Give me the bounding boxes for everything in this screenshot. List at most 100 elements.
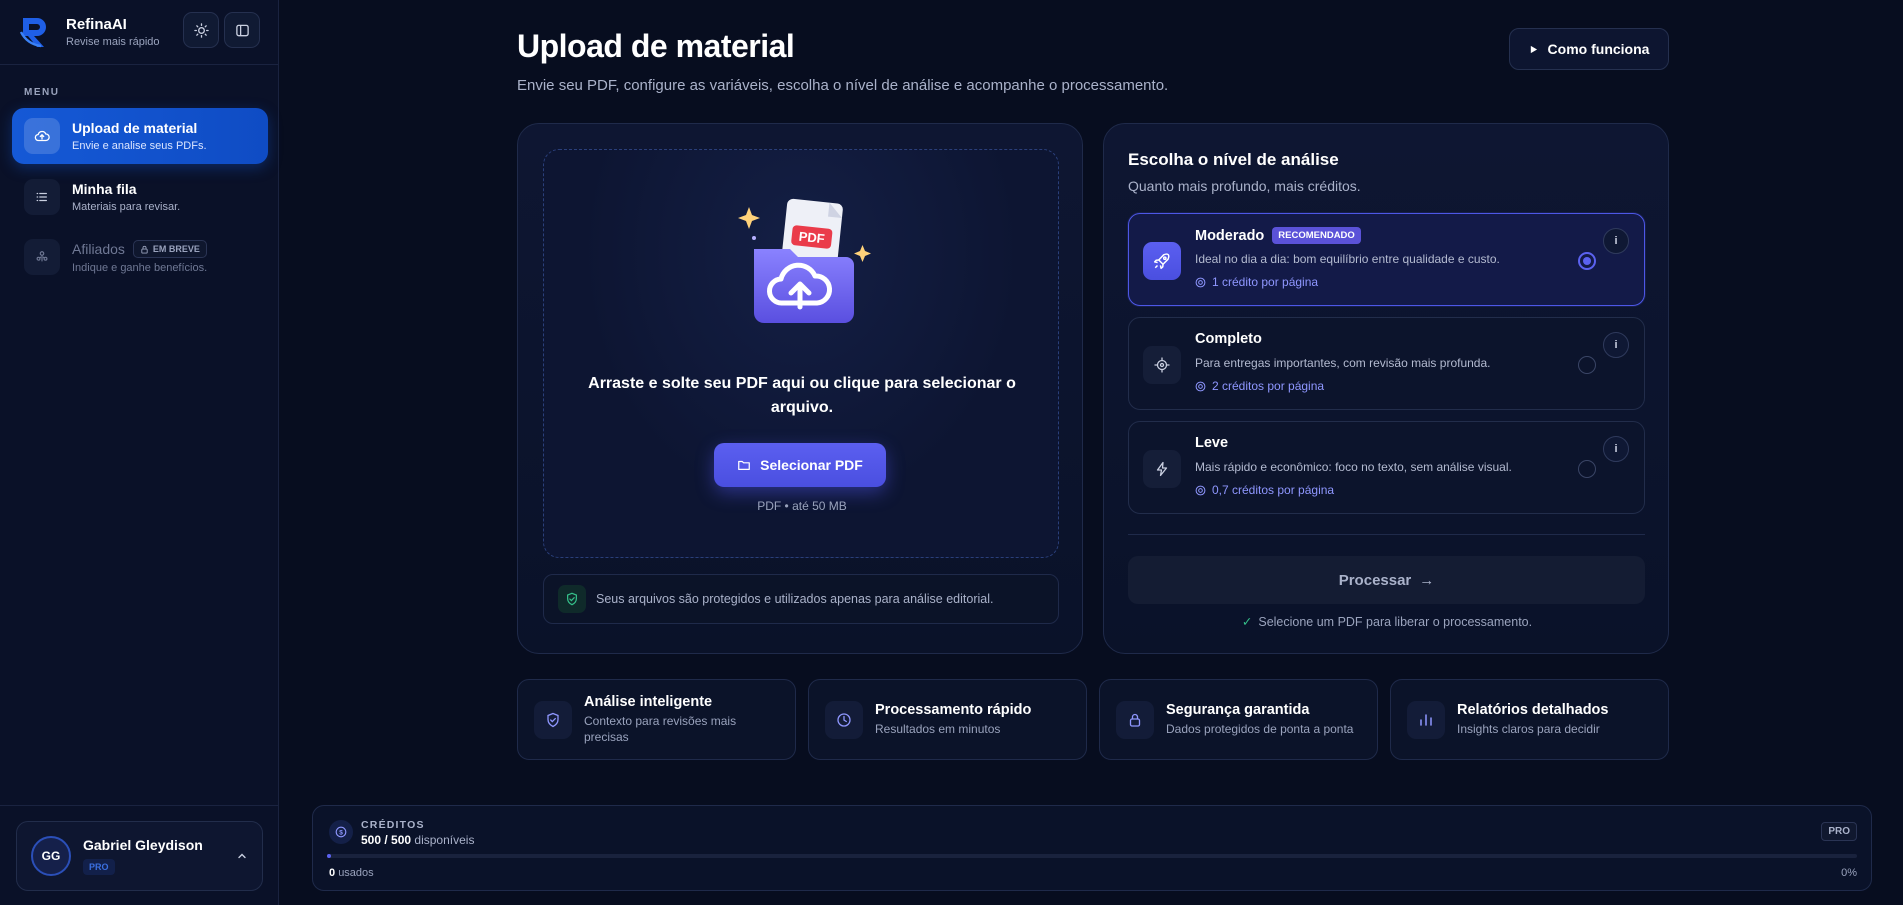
privacy-notice: Seus arquivos são protegidos e utilizado… (543, 574, 1059, 624)
how-it-works-button[interactable]: Como funciona (1509, 28, 1669, 70)
coming-soon-badge: EM BREVE (132, 240, 207, 258)
file-size-hint: PDF • até 50 MB (757, 499, 847, 513)
sidebar-item-sub: Materiais para revisar. (72, 201, 181, 213)
option-credits: 2 créditos por página (1195, 379, 1324, 393)
check-icon: ✓ (1241, 615, 1253, 629)
lock-icon (141, 245, 148, 254)
option-title: Completo (1195, 331, 1262, 347)
option-description: Para entregas importantes, com revisão m… (1195, 356, 1491, 370)
option-credits-label: 2 créditos por página (1212, 379, 1325, 393)
credits-progress-bar (327, 854, 1857, 858)
coin-icon: $ (329, 820, 353, 844)
process-button[interactable]: Processar → (1128, 556, 1645, 604)
page-title: Upload de material (517, 28, 795, 64)
coin-icon (1195, 381, 1206, 391)
chevron-up-icon (238, 853, 246, 859)
page-subtitle: Envie seu PDF, configure as variáveis, e… (517, 77, 1169, 94)
recommended-badge: RECOMENDADO (1272, 227, 1361, 244)
credits-label: CRÉDITOS (361, 819, 425, 831)
option-completo[interactable]: Completo Para entregas importantes, com … (1128, 317, 1645, 410)
info-button[interactable]: i (1603, 332, 1629, 358)
feature-card-security: Segurança garantida Dados protegidos de … (1099, 679, 1378, 760)
info-button[interactable]: i (1603, 228, 1629, 254)
dropzone-instructions: Arraste e solte seu PDF aqui ou clique p… (588, 375, 1016, 416)
option-radio[interactable] (1578, 252, 1596, 270)
arrow-right-icon: → (1419, 571, 1435, 589)
plan-badge: PRO (83, 859, 115, 875)
feature-card-speed: Processamento rápido Resultados em minut… (808, 679, 1087, 760)
credits-used: 0 usados (329, 867, 374, 879)
select-pdf-label: Selecionar PDF (760, 457, 863, 473)
credits-used-value: 0 (329, 867, 336, 879)
user-menu[interactable]: GG Gabriel Gleydison PRO (16, 821, 263, 891)
target-icon (1143, 346, 1181, 384)
credits-percent: 0% (1841, 867, 1857, 879)
svg-text:$: $ (339, 829, 343, 836)
option-description: Ideal no dia a dia: bom equilíbrio entre… (1195, 252, 1500, 266)
sidebar-item-affiliates: Afiliados EM BREVE Indique e ganhe benef… (12, 229, 268, 285)
credits-available: 500 (361, 833, 382, 847)
credits-progress-fill (327, 854, 331, 858)
sidebar-item-queue[interactable]: Minha fila Materiais para revisar. (12, 169, 268, 225)
sidebar-item-label: Minha fila (72, 181, 137, 197)
pdf-label: PDF (798, 229, 825, 247)
pdf-folder-illustration: PDF (738, 198, 871, 323)
credits-total: 500 (391, 833, 412, 847)
select-pdf-button[interactable]: Selecionar PDF (714, 443, 886, 487)
option-credits: 1 crédito por página (1195, 275, 1318, 289)
upload-panel: PDF Arraste e solte seu PDF aqui ou cliq… (517, 123, 1083, 654)
sidebar-item-label: Upload de material (72, 120, 198, 136)
option-credits-label: 0,7 créditos por página (1212, 483, 1335, 497)
sidebar-item-upload[interactable]: Upload de material Envie e analise seus … (12, 108, 268, 164)
feature-description: Resultados em minutos (875, 722, 1001, 736)
feature-description: Contexto para revisões mais precisas (584, 714, 737, 744)
option-title: Moderado (1195, 227, 1265, 244)
lock-icon (1116, 700, 1154, 739)
analysis-title: Escolha o nível de análise (1128, 150, 1339, 169)
process-label: Processar (1338, 571, 1412, 589)
analysis-subtitle: Quanto mais profundo, mais créditos. (1128, 178, 1361, 194)
option-radio[interactable] (1578, 460, 1596, 478)
sun-icon (193, 22, 209, 38)
shield-check-icon (558, 585, 586, 613)
sidebar-item-label: Afiliados (72, 241, 125, 257)
brand[interactable]: RefinaAI Revise mais rápido (18, 10, 160, 54)
brand-tagline: Revise mais rápido (66, 36, 160, 48)
process-hint: ✓ Selecione um PDF para liberar o process… (1104, 614, 1670, 629)
feature-title: Relatórios detalhados (1457, 702, 1609, 718)
analysis-level-panel: Escolha o nível de análise Quanto mais p… (1103, 123, 1669, 654)
pdf-dropzone[interactable]: PDF Arraste e solte seu PDF aqui ou cliq… (543, 149, 1059, 558)
lightning-icon (1143, 450, 1181, 488)
cloud-upload-icon (24, 118, 60, 154)
rocket-icon (1143, 242, 1181, 280)
logo-icon (19, 18, 46, 48)
feature-card-reports: Relatórios detalhados Insights claros pa… (1390, 679, 1669, 760)
shield-check-icon (534, 700, 572, 739)
option-credits: 0,7 créditos por página (1195, 483, 1334, 497)
menu-label: MENU (24, 87, 60, 98)
process-hint-text: Selecione um PDF para liberar o processa… (1258, 615, 1533, 629)
option-leve[interactable]: Leve Mais rápido e econômico: foco no te… (1128, 421, 1645, 514)
analysis-divider (1128, 534, 1645, 535)
avatar: GG (31, 836, 71, 876)
option-moderado[interactable]: Moderado RECOMENDADO Ideal no dia a dia:… (1128, 213, 1645, 306)
list-icon (24, 179, 60, 215)
credits-panel: $ CRÉDITOS 500 / 500 disponíveis PRO 0 u… (312, 805, 1872, 891)
feature-card-analysis: Análise inteligente Contexto para revisõ… (517, 679, 796, 760)
feature-title: Segurança garantida (1166, 702, 1310, 718)
privacy-text: Seus arquivos são protegidos e utilizado… (596, 592, 994, 606)
option-radio[interactable] (1578, 356, 1596, 374)
collapse-sidebar-button[interactable] (224, 12, 260, 48)
feature-description: Insights claros para decidir (1457, 722, 1600, 736)
credits-amount: 500 / 500 disponíveis (361, 833, 475, 847)
sidebar-divider (0, 64, 279, 65)
option-credits-label: 1 crédito por página (1212, 275, 1319, 289)
option-title: Leve (1195, 435, 1229, 451)
feature-description: Dados protegidos de ponta a ponta (1166, 722, 1354, 736)
sidebar-item-sub: Envie e analise seus PDFs. (72, 140, 207, 152)
brand-name: RefinaAI (66, 16, 127, 33)
info-button[interactable]: i (1603, 436, 1629, 462)
sidebar-panel-icon (235, 24, 249, 36)
theme-toggle-button[interactable] (183, 12, 219, 48)
coin-icon (1195, 277, 1206, 287)
